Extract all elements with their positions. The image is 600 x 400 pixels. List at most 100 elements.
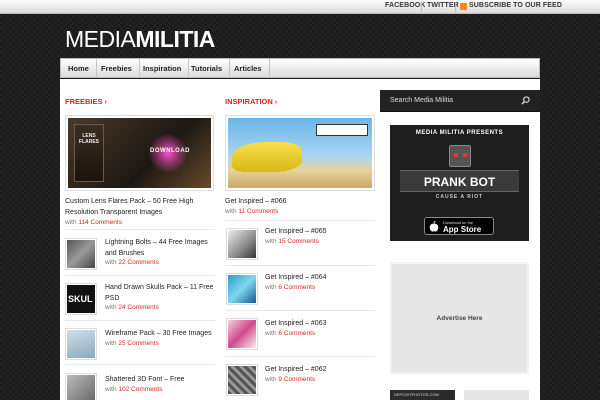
post-thumbnail[interactable]	[65, 328, 97, 360]
post-title[interactable]: Get Inspired – #062	[265, 364, 375, 375]
top-separator	[455, 2, 456, 12]
post-thumbnail[interactable]	[226, 364, 258, 396]
nav-item-home[interactable]: Home	[61, 59, 97, 78]
chevron-right-icon: ›	[274, 99, 278, 106]
comments-link[interactable]: 25 Comments	[118, 340, 158, 347]
inspiration-featured-image[interactable]	[225, 115, 375, 191]
post-title[interactable]: Hand Drawn Skulls Pack – 11 Free PSD	[105, 282, 215, 304]
post-meta: with 25 Comments	[105, 340, 159, 347]
post-meta: with 24 Comments	[105, 304, 159, 311]
lens-flares-featured-image[interactable]: LENS FLARES DOWNLOAD	[65, 115, 214, 191]
logo-part1: MEDIA	[65, 26, 136, 52]
submarine-shape	[232, 142, 302, 172]
nav-item-inspiration[interactable]: Inspiration	[136, 59, 190, 78]
post-meta: with 6 Comments	[265, 284, 315, 291]
comments-link[interactable]: 102 Comments	[118, 386, 162, 393]
facebook-link[interactable]: FACEBOOK	[385, 2, 425, 9]
meta-with: with	[265, 238, 277, 245]
freebies-heading-text: FREEBIES	[65, 97, 103, 106]
meta-with: with	[105, 386, 117, 393]
box-text: FLARES	[79, 139, 99, 145]
post-title[interactable]: Get Inspired – #065	[265, 226, 375, 237]
nav-item-articles[interactable]: Articles	[227, 59, 270, 78]
post-thumbnail[interactable]: SKUL	[65, 283, 97, 315]
post-thumbnail[interactable]	[226, 273, 258, 305]
divider	[65, 364, 215, 365]
small-ad-text: DEPOSITPHOTOS.COM	[394, 392, 439, 397]
comments-link[interactable]: 24 Comments	[118, 304, 158, 311]
search-bar[interactable]: Search Media Militia	[380, 90, 540, 112]
meta-with: with	[65, 219, 77, 226]
divider	[225, 220, 375, 221]
comments-link[interactable]: 6 Comments	[278, 330, 315, 337]
comments-link[interactable]: 11 Comments	[238, 208, 278, 215]
comments-link[interactable]: 9 Comments	[278, 376, 315, 383]
comments-link[interactable]: 15 Comments	[278, 238, 318, 245]
post-title[interactable]: Lightning Bolts – 44 Free Images and Bru…	[105, 237, 215, 259]
post-meta: with 22 Comments	[105, 259, 159, 266]
shattered-thumb-image	[67, 375, 95, 400]
meta-with: with	[105, 259, 117, 266]
robot-head-icon	[449, 145, 471, 167]
post-meta: with 15 Comments	[265, 238, 319, 245]
search-input[interactable]: Search Media Militia	[390, 97, 453, 104]
meta-with: with	[105, 304, 117, 311]
post-thumbnail[interactable]	[65, 373, 97, 400]
post-meta: with 6 Comments	[265, 330, 315, 337]
inspiration-thumb-image	[228, 366, 256, 394]
site-logo[interactable]: MEDIAMILITIA	[65, 26, 215, 53]
app-store-badge[interactable]: Download on the App Store	[424, 217, 494, 235]
chevron-right-icon: ›	[104, 99, 107, 106]
comments-link[interactable]: 6 Comments	[278, 284, 315, 291]
meta-with: with	[105, 340, 117, 347]
post-title[interactable]: Get Inspired – #064	[265, 272, 375, 283]
meta-with: with	[225, 208, 237, 215]
post-title[interactable]: Get Inspired – #066	[225, 196, 375, 207]
post-title[interactable]: Shattered 3D Font – Free	[105, 374, 215, 385]
post-thumbnail[interactable]	[226, 318, 258, 350]
small-ad[interactable]	[464, 390, 529, 400]
skull-thumb-image: SKUL	[67, 285, 95, 313]
inspiration-thumb-image	[228, 230, 256, 258]
post-title[interactable]: Get Inspired – #063	[265, 318, 375, 329]
post-meta: with 114 Comments	[65, 219, 122, 226]
nav-item-freebies[interactable]: Freebies	[94, 59, 140, 78]
lightning-thumb-image	[67, 240, 95, 268]
comments-link[interactable]: 114 Comments	[78, 219, 122, 226]
advertise-here-box[interactable]: Advertise Here	[390, 262, 529, 374]
logo-part2: MILITIA	[135, 26, 215, 52]
divider	[225, 310, 375, 311]
sign-shape	[316, 124, 368, 136]
apple-icon	[429, 221, 439, 232]
meta-with: with	[265, 376, 277, 383]
download-text: DOWNLOAD	[150, 148, 190, 154]
wireframe-thumb-image	[67, 330, 95, 358]
post-thumbnail[interactable]	[65, 238, 97, 270]
meta-with: with	[265, 284, 277, 291]
divider	[65, 229, 215, 230]
subscribe-link[interactable]: SUBSCRIBE TO OUR FEED	[469, 2, 562, 9]
inspiration-heading[interactable]: INSPIRATION ›	[225, 97, 277, 106]
comments-link[interactable]: 22 Comments	[118, 259, 158, 266]
post-meta: with 11 Comments	[225, 208, 278, 215]
search-icon[interactable]	[521, 96, 530, 105]
post-title[interactable]: Custom Lens Flares Pack – 50 Free High R…	[65, 196, 215, 218]
post-meta: with 9 Comments	[265, 376, 315, 383]
post-meta: with 102 Comments	[105, 386, 162, 393]
advertise-here-text: Advertise Here	[436, 315, 483, 322]
small-ad[interactable]: DEPOSITPHOTOS.COM	[390, 390, 455, 400]
ad-subtitle: CAUSE A RIOT	[435, 194, 484, 200]
divider	[65, 275, 215, 276]
meta-with: with	[265, 330, 277, 337]
prank-bot-ad[interactable]: MEDIA MILITIA PRESENTS PRANK BOT CAUSE A…	[390, 125, 529, 241]
post-thumbnail[interactable]	[226, 228, 258, 260]
inspiration-heading-text: INSPIRATION	[225, 97, 273, 106]
freebies-heading[interactable]: FREEBIES ›	[65, 97, 107, 106]
ad-title: PRANK BOT	[400, 170, 519, 192]
divider	[225, 356, 375, 357]
post-title[interactable]: Wireframe Pack – 30 Free Images	[105, 328, 220, 339]
store-big-text: App Store	[443, 225, 482, 234]
nav-item-tutorials[interactable]: Tutorials	[184, 59, 231, 78]
ad-presents-text: MEDIA MILITIA PRESENTS	[415, 130, 504, 136]
product-box: LENS FLARES	[74, 124, 104, 182]
